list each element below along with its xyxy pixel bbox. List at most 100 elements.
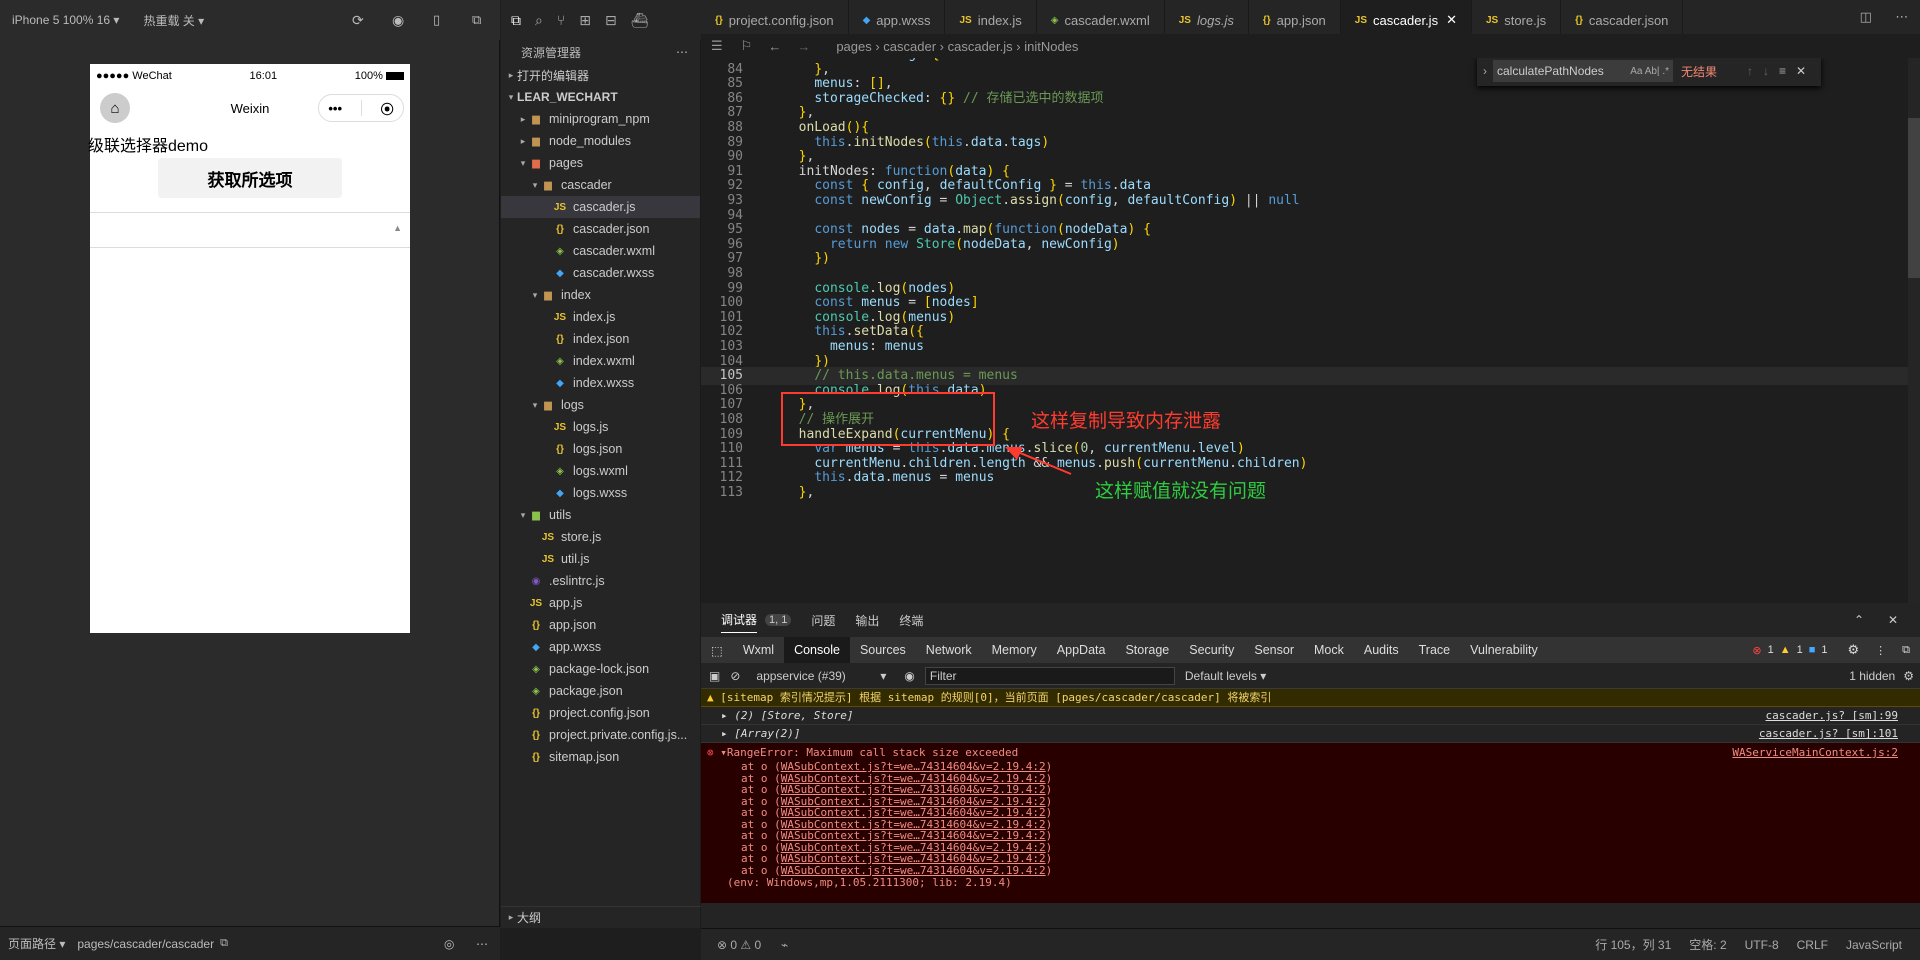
tree-item[interactable]: {} sitemap.json: [501, 746, 700, 768]
docker-icon[interactable]: ⛴: [631, 12, 649, 29]
window-icon[interactable]: ⧉: [472, 12, 481, 28]
list-icon[interactable]: ☰: [711, 38, 723, 54]
tree-item[interactable]: JS logs.js: [501, 416, 700, 438]
project-section[interactable]: ▾ LEAR_WECHART: [501, 86, 700, 108]
tree-item[interactable]: JS cascader.js: [501, 196, 700, 218]
tree-item[interactable]: {} project.private.config.js...: [501, 724, 700, 746]
debugger-tab[interactable]: 调试器: [721, 611, 758, 633]
tree-item[interactable]: {} cascader.json: [501, 218, 700, 240]
terminal-icon[interactable]: ⌁: [781, 938, 788, 952]
close-mini-icon[interactable]: ⦿: [381, 99, 394, 118]
tree-item[interactable]: JS util.js: [501, 548, 700, 570]
tree-item[interactable]: ◈ package.json: [501, 680, 700, 702]
log-source-link[interactable]: cascader.js? [sm]:99: [1766, 707, 1898, 725]
devtools-more-icon[interactable]: ⋮: [1875, 644, 1886, 657]
more-icon[interactable]: •••: [328, 101, 342, 116]
problems-count[interactable]: ⊗ 0 ⚠ 0: [717, 938, 761, 952]
files-icon[interactable]: ⧉: [511, 12, 521, 29]
close-find-icon[interactable]: ✕: [1796, 64, 1806, 78]
clear-console-icon[interactable]: ⊘: [730, 669, 740, 683]
find-input[interactable]: calculatePathNodes Aa Ab| .*: [1493, 60, 1673, 82]
cascader-box[interactable]: ▲: [90, 212, 410, 248]
extensions-icon[interactable]: ⊞: [579, 12, 591, 29]
devtools-tab[interactable]: AppData: [1047, 637, 1116, 663]
get-selection-button[interactable]: 获取所选项: [158, 158, 342, 198]
tree-item[interactable]: ◆ logs.wxss: [501, 482, 700, 504]
tree-item[interactable]: ▾ ▆ pages: [501, 152, 700, 174]
split-editor-icon[interactable]: ◫: [1860, 9, 1872, 25]
open-editors-section[interactable]: ▸ 打开的编辑器: [501, 64, 700, 86]
next-match-icon[interactable]: ↓: [1763, 64, 1769, 78]
refresh-icon[interactable]: ⟳: [352, 12, 364, 29]
regex-option[interactable]: .*: [1662, 66, 1669, 77]
bookmark-icon[interactable]: ⚐: [741, 38, 753, 54]
devtools-tab[interactable]: Storage: [1115, 637, 1179, 663]
live-expression-icon[interactable]: ◉: [904, 669, 914, 683]
devtools-tab[interactable]: Wxml: [733, 637, 784, 663]
undock-icon[interactable]: ⧉: [1902, 644, 1910, 657]
forward-icon[interactable]: →: [797, 39, 810, 54]
console-filter-input[interactable]: Filter: [924, 666, 1175, 685]
error-count-icon[interactable]: ⊗: [1752, 644, 1761, 657]
devtools-tab[interactable]: Sensor: [1244, 637, 1304, 663]
tree-item[interactable]: JS store.js: [501, 526, 700, 548]
device-select[interactable]: iPhone 5 100% 16 ▾: [12, 13, 119, 27]
settings-gear-icon[interactable]: ⚙: [1847, 642, 1859, 658]
tree-item[interactable]: ◈ index.wxml: [501, 350, 700, 372]
source-control-icon[interactable]: ⑂: [557, 12, 565, 28]
devtools-tab[interactable]: Mock: [1304, 637, 1354, 663]
tree-item[interactable]: ▸ ▆ miniprogram_npm: [501, 108, 700, 130]
tree-item[interactable]: {} index.json: [501, 328, 700, 350]
log-entry[interactable]: ▸ [Array(2)] cascader.js? [sm]:101: [701, 725, 1920, 743]
tree-item[interactable]: ▾ ▆ logs: [501, 394, 700, 416]
tree-item[interactable]: ◈ package-lock.json: [501, 658, 700, 680]
tree-item[interactable]: ▾ ▆ utils: [501, 504, 700, 526]
debug-icon[interactable]: ⊟: [605, 12, 617, 29]
inspect-icon[interactable]: ⬚: [701, 643, 733, 658]
tree-item[interactable]: ◆ app.wxss: [501, 636, 700, 658]
error-source-link[interactable]: WAServiceMainContext.js:2: [1732, 745, 1898, 761]
explorer-more-icon[interactable]: ⋯: [676, 45, 688, 59]
breadcrumb-item[interactable]: cascader: [883, 39, 936, 54]
stop-icon[interactable]: ◉: [392, 12, 404, 29]
devtools-tab[interactable]: Audits: [1354, 637, 1409, 663]
tree-item[interactable]: JS index.js: [501, 306, 700, 328]
code-line[interactable]: 113 },: [701, 484, 1920, 502]
problems-tab[interactable]: 问题: [811, 612, 835, 629]
tree-item[interactable]: JS app.js: [501, 592, 700, 614]
breadcrumb-item[interactable]: cascader.js: [948, 39, 1013, 54]
context-select[interactable]: appservice (#39) ▾: [756, 669, 886, 683]
back-icon[interactable]: ←: [768, 39, 781, 54]
editor-more-icon[interactable]: ⋯: [1895, 9, 1908, 25]
line-ending[interactable]: CRLF: [1797, 938, 1828, 952]
code-editor[interactable]: 78 defaultConfig: {···84 },85 menus: [],…: [701, 58, 1920, 603]
tree-item[interactable]: ◈ cascader.wxml: [501, 240, 700, 262]
prev-match-icon[interactable]: ↑: [1747, 64, 1753, 78]
collapse-arrow-icon[interactable]: ▲: [393, 223, 402, 233]
search-icon[interactable]: ⌕: [535, 12, 543, 29]
close-tab-icon[interactable]: ✕: [1446, 12, 1457, 28]
tree-item[interactable]: {} app.json: [501, 614, 700, 636]
language-mode[interactable]: JavaScript: [1846, 938, 1902, 952]
info-count-icon[interactable]: ■: [1809, 644, 1816, 656]
breadcrumb-item[interactable]: pages: [836, 39, 871, 54]
console-settings-icon[interactable]: ⚙: [1903, 669, 1914, 683]
devtools-tab[interactable]: Vulnerability: [1460, 637, 1548, 663]
eye-icon[interactable]: ◎: [444, 937, 454, 951]
devtools-tab[interactable]: Trace: [1409, 637, 1461, 663]
phone-icon[interactable]: ▯: [433, 12, 440, 28]
tree-item[interactable]: ◆ index.wxss: [501, 372, 700, 394]
hot-reload-toggle[interactable]: 热重载 关 ▾: [143, 12, 204, 29]
tree-item[interactable]: ▾ ▆ index: [501, 284, 700, 306]
log-source-link[interactable]: cascader.js? [sm]:101: [1759, 725, 1898, 743]
tree-item[interactable]: ◉ .eslintrc.js: [501, 570, 700, 592]
sidebar-toggle-icon[interactable]: ▣: [709, 669, 720, 683]
capsule-menu[interactable]: ••• ⦿: [318, 94, 404, 122]
output-tab[interactable]: 输出: [855, 612, 879, 629]
page-path-label[interactable]: 页面路径 ▾: [8, 935, 65, 952]
more-options-icon[interactable]: ⋯: [476, 937, 488, 951]
log-levels-select[interactable]: Default levels ▾: [1185, 669, 1266, 683]
devtools-tab[interactable]: Memory: [982, 637, 1047, 663]
expand-replace-icon[interactable]: ›: [1483, 64, 1487, 78]
log-entry[interactable]: ▸ (2) [Store, Store] cascader.js? [sm]:99: [701, 707, 1920, 725]
